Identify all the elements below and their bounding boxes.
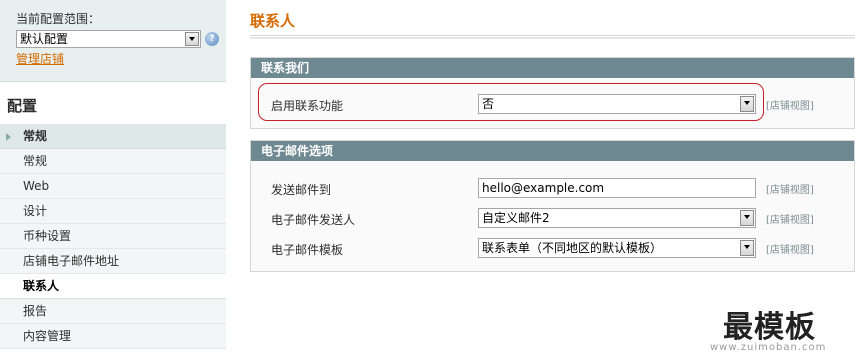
template-row: 电子邮件模板 联系表单（不同地区的默认模板） [店铺视图] [250, 236, 855, 260]
enable-contact-select[interactable]: 否 [478, 94, 756, 114]
template-value: 联系表单（不同地区的默认模板） [482, 241, 663, 255]
config-heading: 配置 [0, 82, 226, 124]
watermark-url: www.zuimoban.com [710, 342, 827, 353]
scope-hint: [店铺视图] [766, 101, 814, 112]
nav-item-currency[interactable]: 币种设置 [0, 224, 226, 249]
chevron-down-icon[interactable] [185, 32, 199, 46]
config-nav: 常规 常规 Web 设计 币种设置 店铺电子邮件地址 联系人 报告 内容管理 [0, 124, 226, 349]
chevron-down-icon[interactable] [740, 96, 754, 112]
template-label: 电子邮件模板 [271, 243, 344, 257]
nav-item-general[interactable]: 常规 [0, 149, 226, 174]
page-title: 联系人 [250, 12, 296, 30]
nav-item-content-management[interactable]: 内容管理 [0, 324, 226, 349]
help-icon[interactable]: ? [205, 32, 219, 46]
enable-contact-label: 启用联系功能 [271, 99, 344, 113]
title-divider [250, 35, 855, 39]
email-options-heading[interactable]: 电子邮件选项 [251, 141, 854, 161]
nav-group-general[interactable]: 常规 [0, 124, 226, 149]
scope-hint: [店铺视图] [766, 185, 814, 196]
caret-right-icon [6, 133, 11, 141]
scope-hint: [店铺视图] [766, 215, 814, 226]
watermark-text: 最模板 [723, 310, 816, 345]
manage-stores-link[interactable]: 管理店铺 [16, 52, 64, 66]
send-to-label: 发送邮件到 [271, 183, 332, 197]
enable-contact-row: 启用联系功能 否 [店铺视图] [250, 92, 855, 116]
scope-select-value: 默认配置 [20, 32, 69, 46]
scope-select[interactable]: 默认配置 [16, 30, 201, 48]
scope-switcher: 当前配置范围： 默认配置 ? 管理店铺 [0, 0, 226, 82]
template-select[interactable]: 联系表单（不同地区的默认模板） [478, 238, 756, 258]
enable-contact-value: 否 [482, 97, 495, 111]
nav-item-store-email[interactable]: 店铺电子邮件地址 [0, 249, 226, 274]
nav-item-contacts[interactable]: 联系人 [0, 274, 226, 299]
sender-row: 电子邮件发送人 自定义邮件2 [店铺视图] [250, 206, 855, 230]
sender-label: 电子邮件发送人 [271, 213, 356, 227]
scope-hint: [店铺视图] [766, 245, 814, 256]
nav-item-web[interactable]: Web [0, 174, 226, 199]
scope-label: 当前配置范围： [16, 12, 101, 26]
sidebar: 当前配置范围： 默认配置 ? 管理店铺 配置 常规 常规 Web 设计 币种设置… [0, 0, 226, 360]
chevron-down-icon[interactable] [740, 240, 754, 256]
chevron-down-icon[interactable] [740, 210, 754, 226]
watermark: 最模板 www.zuimoban.com [710, 300, 855, 360]
send-to-input[interactable]: hello@example.com [478, 178, 756, 198]
nav-item-design[interactable]: 设计 [0, 199, 226, 224]
contact-us-heading[interactable]: 联系我们 [251, 58, 854, 78]
nav-group-label: 常规 [23, 129, 48, 143]
sender-select[interactable]: 自定义邮件2 [478, 208, 756, 228]
sender-value: 自定义邮件2 [482, 211, 550, 225]
nav-item-reports[interactable]: 报告 [0, 299, 226, 324]
send-to-row: 发送邮件到 hello@example.com [店铺视图] [250, 176, 855, 200]
